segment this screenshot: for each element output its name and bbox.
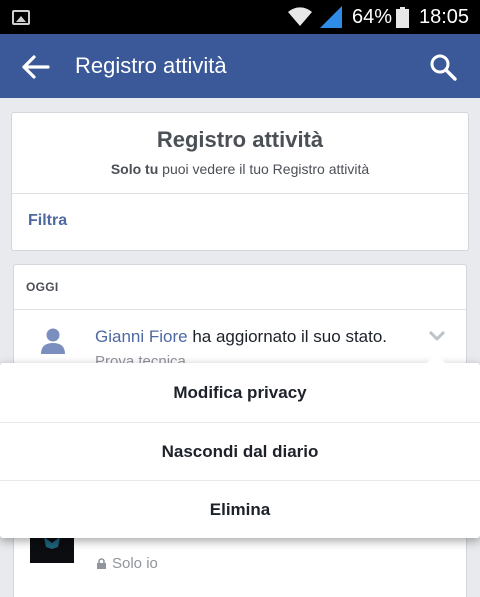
battery-icon [396, 7, 409, 28]
activity-log-header-card: Registro attività Solo tu puoi vedere il… [11, 112, 469, 251]
page-subtitle: Solo tu puoi vedere il tuo Registro atti… [12, 161, 468, 177]
privacy-label: Solo io [97, 555, 158, 572]
page-title: Registro attività [156, 127, 324, 152]
activity-action-text: ha aggiornato il suo stato. [187, 327, 388, 346]
status-bar: 64% 18:05 [0, 0, 480, 34]
wifi-icon [288, 7, 312, 26]
chevron-down-icon[interactable] [429, 331, 445, 341]
menu-item-delete[interactable]: Elimina [0, 480, 480, 539]
subtitle-bold: Solo tu [110, 161, 159, 177]
activity-story: Gianni Fiore ha aggiornato il suo stato. [95, 327, 387, 347]
filter-button[interactable]: Filtra [28, 212, 67, 230]
battery-percent: 64% [352, 6, 393, 28]
menu-item-edit-privacy[interactable]: Modifica privacy [0, 363, 480, 422]
lock-icon [97, 558, 106, 569]
activity-options-menu: Modifica privacy Nascondi dal diario Eli… [0, 354, 480, 539]
search-icon[interactable] [428, 52, 460, 82]
divider [14, 309, 466, 310]
subtitle-text: puoi vedere il tuo Registro attività [158, 161, 370, 177]
signal-icon [320, 6, 342, 28]
avatar[interactable] [40, 325, 66, 355]
divider [12, 193, 468, 194]
top-nav-bar: Registro attività [0, 34, 480, 98]
privacy-text: Solo io [112, 555, 158, 572]
gallery-icon [12, 10, 30, 25]
menu-item-hide-from-timeline[interactable]: Nascondi dal diario [0, 422, 480, 481]
clock: 18:05 [419, 6, 470, 28]
section-header-today: OGGI [26, 280, 59, 294]
nav-title: Registro attività [75, 53, 227, 78]
actor-name-link[interactable]: Gianni Fiore [95, 327, 188, 346]
back-arrow-icon[interactable] [20, 52, 52, 82]
